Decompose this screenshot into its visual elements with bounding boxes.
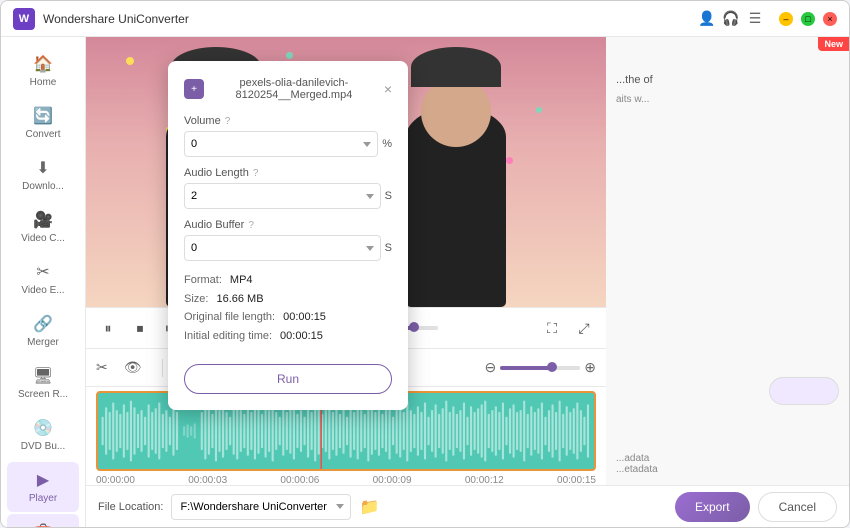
home-icon: 🏠 [33,54,53,74]
merger-icon: 🔗 [33,314,53,334]
audio-buffer-label: Audio Buffer ? [184,219,392,231]
zoom-fill [500,366,552,370]
zoom-out-tool[interactable]: ⊖ [485,359,497,376]
volume-unit: % [382,138,392,150]
zoom-thumb [547,362,557,372]
player-icon: ▶ [37,470,49,490]
pause-button[interactable]: ⏸ [96,316,120,340]
maximize-button[interactable]: □ [801,12,815,26]
sidebar-item-toolbox[interactable]: 🧰 Toolbox [7,514,79,527]
video-e-icon: ✂ [36,262,49,282]
headset-icon[interactable]: 🎧 [723,11,739,27]
audio-length-select[interactable]: 2 [184,183,381,209]
audio-length-row: 2 S [184,183,392,209]
file-info: Format: MP4 Size: 16.66 MB Original file… [184,271,392,346]
dvd-icon: 💿 [33,418,53,438]
audio-length-label: Audio Length ? [184,167,392,179]
folder-browse-button[interactable]: 📁 [359,497,379,517]
audio-buffer-select[interactable]: 0 [184,235,381,261]
sidebar: 🏠 Home 🔄 Convert ⬇ Downlo... 🎥 Video C..… [1,37,86,527]
close-button[interactable]: × [823,12,837,26]
dialog-title-bar: + pexels-olia-danilevich-8120254__Merged… [184,77,392,101]
audio-buffer-row: 0 S [184,235,392,261]
menu-icon[interactable]: ☰ [747,11,763,27]
video-preview: + pexels-olia-danilevich-8120254__Merged… [86,37,606,307]
title-bar-icons: 👤 🎧 ☰ – □ × [699,11,837,27]
new-badge: New [818,37,849,51]
sidebar-item-convert[interactable]: 🔄 Convert [7,98,79,148]
volume-label: Volume ? [184,115,392,127]
dialog-close-button[interactable]: × [384,81,392,97]
download-icon: ⬇ [36,158,49,178]
app-logo: W [13,8,35,30]
right-panel-text: ...the of aits w... [616,71,839,109]
sidebar-item-video-edit[interactable]: ✂ Video E... [7,254,79,304]
audio-buffer-unit: S [385,242,392,254]
original-length-row: Original file length: 00:00:15 [184,308,392,327]
right-panel-btn[interactable] [769,377,839,405]
zoom-in-tool[interactable]: ⊕ [584,359,596,376]
export-button[interactable]: Export [675,492,750,522]
pip-button[interactable]: ⤢ [572,316,596,340]
stop-button[interactable]: ⏹ [128,316,152,340]
fullscreen-button[interactable]: ⛶ [540,316,564,340]
eye-tool[interactable]: 👁 [124,359,142,376]
minimize-button[interactable]: – [779,12,793,26]
sidebar-item-player[interactable]: ▶ Player [7,462,79,512]
audio-length-help-icon[interactable]: ? [253,168,259,179]
timeline-ruler: 00:00:00 00:00:03 00:00:06 00:00:09 00:0… [86,471,606,485]
sidebar-item-screen[interactable]: 🖥 Screen R... [7,358,79,408]
audio-buffer-section: Audio Buffer ? 0 S [184,219,392,261]
volume-row: 0 % [184,131,392,157]
sidebar-item-download[interactable]: ⬇ Downlo... [7,150,79,200]
file-location-select[interactable]: F:\Wondershare UniConverter [171,494,351,520]
app-title: Wondershare UniConverter [43,12,699,26]
audio-length-unit: S [385,190,392,202]
format-row: Format: MP4 [184,271,392,290]
audio-buffer-help-icon[interactable]: ? [248,220,254,231]
cancel-button[interactable]: Cancel [758,492,837,522]
right-panel: New ...the of aits w... ...adata ...etad… [606,37,849,485]
volume-thumb [409,322,419,332]
file-location-label: File Location: [98,501,163,513]
sidebar-item-video-compress[interactable]: 🎥 Video C... [7,202,79,252]
video-c-icon: 🎥 [33,210,53,230]
toolbox-icon: 🧰 [33,522,53,527]
sidebar-item-merger[interactable]: 🔗 Merger [7,306,79,356]
size-row: Size: 16.66 MB [184,290,392,309]
dialog-logo: + [184,79,204,99]
screen-icon: 🖥 [33,366,53,386]
right-panel-footer-text: ...adata ...etadata [616,453,658,475]
volume-section: Volume ? 0 % [184,115,392,157]
footer-bar: File Location: F:\Wondershare UniConvert… [86,485,849,527]
sidebar-item-home[interactable]: 🏠 Home [7,46,79,96]
volume-select[interactable]: 0 [184,131,378,157]
convert-icon: 🔄 [33,106,53,126]
tools-sep [162,359,163,377]
initial-editing-row: Initial editing time: 00:00:15 [184,327,392,346]
zoom-bar: ⊖ ⊕ [485,359,596,376]
sidebar-item-dvd[interactable]: 💿 DVD Bu... [7,410,79,460]
overlay-dialog: + pexels-olia-danilevich-8120254__Merged… [168,61,408,410]
run-button[interactable]: Run [184,364,392,394]
content-area: + pexels-olia-danilevich-8120254__Merged… [86,37,849,527]
audio-length-section: Audio Length ? 2 S [184,167,392,209]
dialog-filename: pexels-olia-danilevich-8120254__Merged.m… [204,77,384,101]
title-bar: W Wondershare UniConverter 👤 🎧 ☰ – □ × [1,1,849,37]
zoom-slider[interactable] [500,366,580,370]
volume-help-icon[interactable]: ? [225,116,231,127]
cut-tool[interactable]: ✂ [96,359,108,376]
user-icon[interactable]: 👤 [699,11,715,27]
